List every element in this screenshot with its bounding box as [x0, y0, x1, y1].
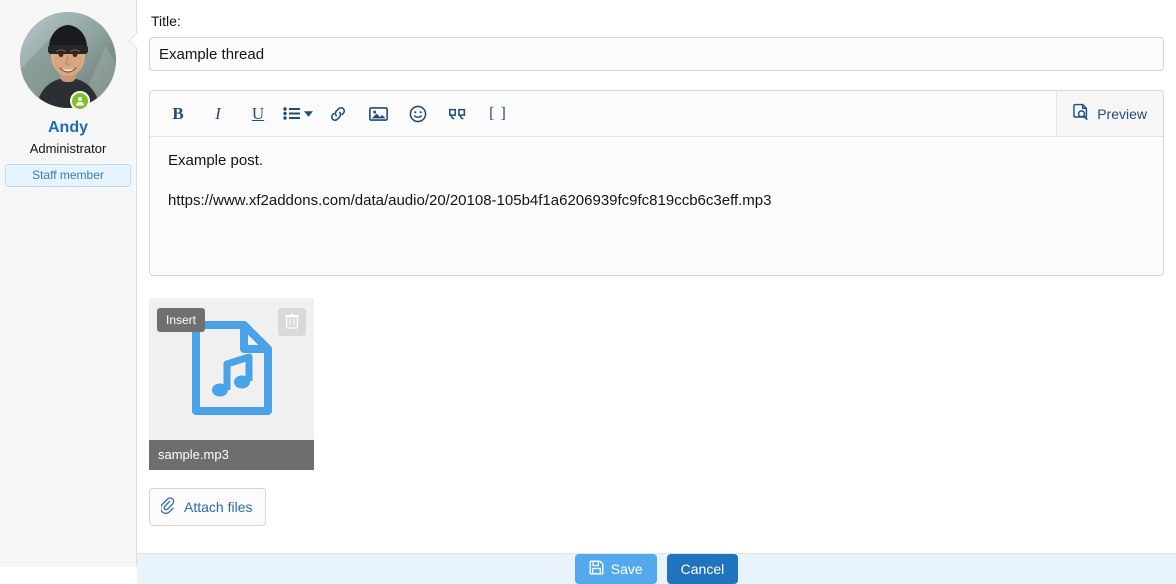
attachment-filename: sample.mp3 [149, 440, 314, 470]
rich-text-editor: B I U [] Preview Example post. https://… [149, 90, 1164, 276]
form-spacer [149, 526, 1164, 553]
avatar[interactable] [20, 12, 116, 108]
save-button[interactable]: Save [574, 554, 657, 584]
editor-content-area[interactable]: Example post. https://www.xf2addons.com/… [150, 137, 1163, 275]
italic-label: I [215, 104, 221, 123]
delete-attachment-button[interactable] [278, 308, 306, 336]
audio-file-icon [191, 320, 273, 419]
save-icon [589, 560, 604, 578]
cancel-button[interactable]: Cancel [666, 554, 739, 584]
attach-files-button[interactable]: Attach files [149, 488, 267, 526]
save-label: Save [610, 561, 643, 577]
author-user-title: Administrator [29, 141, 107, 156]
avatar-wrapper [20, 12, 116, 111]
bold-label: B [172, 104, 184, 123]
title-input[interactable] [149, 37, 1164, 71]
attachment-list: Insert sample.mp3 Attach files [149, 298, 1164, 526]
bbcode-icon[interactable]: [ ] [479, 99, 517, 129]
preview-icon [1073, 103, 1090, 124]
quote-icon[interactable] [439, 99, 477, 129]
post-editor-page: Andy Administrator Staff member Title: B… [0, 0, 1176, 584]
smilie-icon[interactable] [399, 99, 437, 129]
title-label: Title: [151, 13, 181, 29]
underline-label: U [251, 104, 265, 123]
paperclip-icon [159, 497, 176, 517]
italic-icon[interactable]: I [199, 99, 237, 129]
author-column: Andy Administrator Staff member [0, 0, 137, 567]
preview-label: Preview [1097, 105, 1147, 122]
form-body: Title: B I U [137, 0, 1176, 553]
editor-column: Title: B I U [137, 0, 1176, 584]
preview-button[interactable]: Preview [1056, 91, 1163, 136]
bbcode-label: [ ] [489, 105, 507, 122]
bold-icon[interactable]: B [159, 99, 197, 129]
attachment-thumbnail: Insert [149, 298, 314, 440]
online-status-icon [70, 91, 90, 111]
image-icon[interactable] [359, 99, 397, 129]
attachment-item: Insert sample.mp3 [149, 298, 314, 470]
list-icon[interactable] [279, 99, 317, 129]
underline-icon[interactable]: U [239, 99, 277, 129]
trash-icon [285, 313, 299, 332]
author-name[interactable]: Andy [0, 118, 136, 138]
form-footer: Save Cancel [137, 553, 1176, 584]
editor-paragraph-2: https://www.xf2addons.com/data/audio/20/… [168, 192, 772, 209]
editor-toolbar: B I U [] Preview [150, 91, 1163, 137]
editor-paragraph-1: Example post. [168, 152, 264, 169]
chevron-down-icon [304, 110, 313, 117]
editor-tool-group: B I U [] [150, 91, 518, 136]
link-icon[interactable] [319, 99, 357, 129]
insert-button[interactable]: Insert [157, 308, 206, 332]
attach-files-label: Attach files [184, 499, 253, 515]
author-banner: Staff member [5, 164, 131, 187]
cancel-label: Cancel [680, 561, 725, 577]
